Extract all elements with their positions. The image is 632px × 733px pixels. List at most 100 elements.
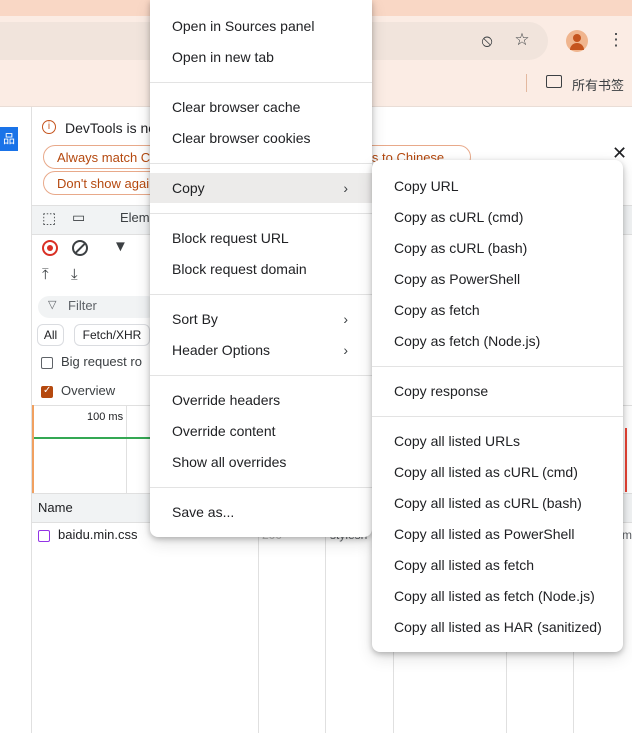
menu-item-copy[interactable]: Copy › xyxy=(150,173,372,203)
dont-show-again-button[interactable]: Don't show agai xyxy=(43,171,163,195)
filter-icon[interactable]: ▼ xyxy=(113,238,128,255)
upload-icon[interactable]: ⤒ xyxy=(42,266,49,283)
menu-item-open-in-sources-panel[interactable]: Open in Sources panel xyxy=(150,11,372,41)
menu-item-label: Copy all listed as fetch (Node.js) xyxy=(394,588,595,604)
menu-item-label: Clear browser cookies xyxy=(172,130,311,146)
menu-item-override-headers[interactable]: Override headers xyxy=(150,385,372,415)
menu-separator xyxy=(150,294,372,295)
menu-item-label: Copy xyxy=(172,180,205,196)
record-icon[interactable] xyxy=(42,240,58,256)
info-icon: i xyxy=(42,120,56,134)
menu-item-label: Open in new tab xyxy=(172,49,274,65)
menu-item-block-request-domain[interactable]: Block request domain xyxy=(150,254,372,284)
folder-icon[interactable] xyxy=(546,75,562,88)
menu-separator xyxy=(150,163,372,164)
overview-label: Overview xyxy=(61,383,116,398)
menu-item-copy-as-curl-bash[interactable]: Copy as cURL (bash) xyxy=(372,233,623,263)
menu-item-copy-response[interactable]: Copy response xyxy=(372,376,623,406)
menu-item-copy-url[interactable]: Copy URL xyxy=(372,171,623,201)
table-row-name[interactable]: baidu.min.css xyxy=(58,527,137,542)
menu-item-label: Block request URL xyxy=(172,230,289,246)
menu-item-label: Copy all listed as cURL (bash) xyxy=(394,495,582,511)
timeline-load-marker xyxy=(625,428,627,492)
always-match-button[interactable]: Always match C xyxy=(43,145,163,169)
big-request-rows-checkbox[interactable] xyxy=(41,357,53,369)
menu-item-label: Copy as cURL (cmd) xyxy=(394,209,524,225)
clear-icon[interactable] xyxy=(72,240,88,256)
menu-item-label: Copy all listed as cURL (cmd) xyxy=(394,464,578,480)
filter-placeholder: Filter xyxy=(68,298,97,313)
all-bookmarks-label[interactable]: 所有书签 xyxy=(572,75,624,94)
menu-item-label: Copy as PowerShell xyxy=(394,271,521,287)
timeline-tick-label: 100 ms xyxy=(87,411,124,423)
menu-item-copy-as-powershell[interactable]: Copy as PowerShell xyxy=(372,264,623,294)
menu-item-copy-all-listed-as-fetch[interactable]: Copy all listed as fetch xyxy=(372,550,623,580)
menu-item-label: Override content xyxy=(172,423,276,439)
menu-item-copy-all-listed-as-curl-bash[interactable]: Copy all listed as cURL (bash) xyxy=(372,488,623,518)
funnel-icon: ▽ xyxy=(48,299,57,311)
chevron-right-icon: › xyxy=(343,180,348,196)
download-icon[interactable]: ⤓ xyxy=(71,266,78,283)
menu-item-sort-by[interactable]: Sort By › xyxy=(150,304,372,334)
menu-item-clear-browser-cache[interactable]: Clear browser cache xyxy=(150,92,372,122)
menu-item-label: Show all overrides xyxy=(172,454,287,470)
menu-item-label: Copy response xyxy=(394,383,489,399)
page-badge[interactable]: 品 xyxy=(0,127,18,151)
context-menu: Open in Sources panel Open in new tab Clea… xyxy=(150,0,372,537)
menu-item-save-as[interactable]: Save as... xyxy=(150,497,372,527)
menu-item-override-content[interactable]: Override content xyxy=(150,416,372,446)
kebab-menu-icon[interactable]: ⋮ xyxy=(605,30,627,50)
eye-slash-icon[interactable]: ⦸ xyxy=(476,31,498,51)
menu-item-copy-as-fetch[interactable]: Copy as fetch xyxy=(372,295,623,325)
menu-separator xyxy=(150,487,372,488)
menu-item-label: Clear browser cache xyxy=(172,99,301,115)
timeline-request-bar xyxy=(34,437,154,439)
tab-elements[interactable]: Elem xyxy=(120,210,150,225)
filter-chip-fetch-xhr[interactable]: Fetch/XHR xyxy=(74,324,150,346)
menu-item-label: Header Options xyxy=(172,342,271,358)
menu-item-copy-all-listed-urls[interactable]: Copy all listed URLs xyxy=(372,426,623,456)
menu-separator xyxy=(150,82,372,83)
menu-item-copy-as-fetch-node-js[interactable]: Copy as fetch (Node.js) xyxy=(372,326,623,356)
menu-separator xyxy=(372,416,623,417)
menu-item-label: Copy all listed as PowerShell xyxy=(394,526,575,542)
menu-separator xyxy=(372,366,623,367)
page-content xyxy=(0,107,32,733)
stylesheet-file-icon xyxy=(38,530,50,542)
menu-item-header-options[interactable]: Header Options › xyxy=(150,335,372,365)
menu-item-label: Block request domain xyxy=(172,261,307,277)
menu-item-copy-all-listed-as-curl-cmd[interactable]: Copy all listed as cURL (cmd) xyxy=(372,457,623,487)
menu-item-label: Sort By xyxy=(172,311,218,327)
menu-item-copy-all-listed-as-har-sanitized[interactable]: Copy all listed as HAR (sanitized) xyxy=(372,612,623,642)
star-icon[interactable]: ☆ xyxy=(511,30,533,50)
device-toolbar-icon[interactable]: ▭ xyxy=(72,209,85,226)
bookmarks-separator xyxy=(526,74,527,92)
profile-avatar-icon[interactable] xyxy=(566,30,588,52)
column-header-name[interactable]: Name xyxy=(38,500,73,515)
inspect-element-icon[interactable]: ⬚ xyxy=(42,209,56,227)
menu-item-block-request-url[interactable]: Block request URL xyxy=(150,223,372,253)
menu-item-label: Copy as fetch (Node.js) xyxy=(394,333,541,349)
menu-item-open-in-new-tab[interactable]: Open in new tab xyxy=(150,42,372,72)
menu-item-label: Copy as fetch xyxy=(394,302,480,318)
menu-separator xyxy=(150,375,372,376)
menu-item-copy-as-curl-cmd[interactable]: Copy as cURL (cmd) xyxy=(372,202,623,232)
menu-item-clear-browser-cookies[interactable]: Clear browser cookies xyxy=(150,123,372,153)
overview-checkbox[interactable] xyxy=(41,385,53,398)
menu-item-label: Copy all listed as HAR (sanitized) xyxy=(394,619,602,635)
menu-item-label: Copy all listed as fetch xyxy=(394,557,535,573)
copy-submenu: Copy URL Copy as cURL (cmd) Copy as cURL (… xyxy=(372,160,623,652)
menu-item-label: Copy URL xyxy=(394,178,459,194)
menu-item-label: Open in Sources panel xyxy=(172,18,315,34)
menu-item-show-all-overrides[interactable]: Show all overrides xyxy=(150,447,372,477)
menu-item-label: Copy all listed URLs xyxy=(394,433,521,449)
menu-item-copy-all-listed-as-fetch-node-js[interactable]: Copy all listed as fetch (Node.js) xyxy=(372,581,623,611)
menu-item-label: Save as... xyxy=(172,504,235,520)
menu-separator xyxy=(150,213,372,214)
table-row-truncated: m xyxy=(622,528,632,542)
timeline-start-marker xyxy=(32,405,34,493)
filter-chip-all[interactable]: All xyxy=(37,324,64,346)
menu-item-copy-all-listed-as-powershell[interactable]: Copy all listed as PowerShell xyxy=(372,519,623,549)
big-request-rows-label: Big request ro xyxy=(61,354,142,369)
infobar-message: DevTools is no xyxy=(65,120,157,136)
